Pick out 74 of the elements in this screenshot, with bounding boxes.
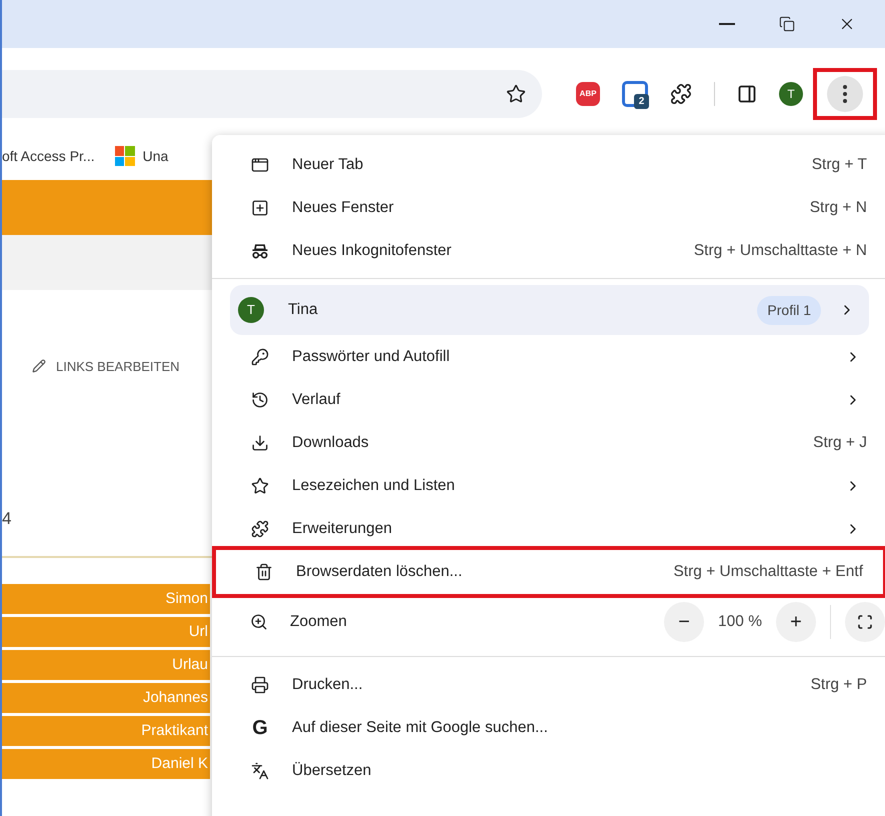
download-icon <box>251 434 269 452</box>
bookmark-link[interactable]: Una <box>142 146 168 166</box>
schedule-bar: Simon <box>2 584 210 614</box>
shortcut-text: Strg + P <box>810 674 867 695</box>
new-window-icon <box>251 198 269 216</box>
menu-item[interactable]: Verlauf <box>212 378 885 421</box>
profile-row[interactable]: T Tina Profil 1 <box>230 285 869 335</box>
menu-item[interactable]: Neues Inkognitofenster Strg + Umschalttaste + N <box>212 229 885 272</box>
menu-item-label: Erweiterungen <box>292 518 393 539</box>
puzzle-icon <box>251 520 269 538</box>
key-icon <box>251 348 269 366</box>
zoom-icon <box>250 613 268 631</box>
menu-item-label: Neuer Tab <box>292 154 364 175</box>
menu-item-label: Passwörter und Autofill <box>292 346 451 367</box>
menu-item-label: Drucken... <box>292 674 364 695</box>
menu-item[interactable]: Lesezeichen und Listen <box>212 464 885 507</box>
menu-item-label: Browserdaten löschen... <box>296 562 464 582</box>
menu-item-label: Lesezeichen und Listen <box>292 476 456 496</box>
menu-item[interactable]: Übersetzen <box>212 749 885 792</box>
adblock-icon[interactable]: ABP <box>576 82 600 106</box>
zoom-in-button[interactable]: + <box>776 602 816 642</box>
menu-button[interactable] <box>827 76 863 112</box>
restore-icon <box>779 16 795 32</box>
schedule-bar: Daniel K <box>2 749 210 779</box>
menu-item-label: Auf dieser Seite mit Google suchen... <box>292 718 549 738</box>
count-badge: 2 <box>634 94 649 109</box>
profile-name: Tina <box>288 300 319 320</box>
menu-item[interactable]: Passwörter und Autofill <box>212 335 885 378</box>
minimize-icon <box>719 23 735 25</box>
edit-links-link[interactable]: LINKS BEARBEITEN <box>56 356 180 376</box>
fullscreen-button[interactable] <box>845 602 885 642</box>
shortcut-text: Strg + T <box>812 154 867 175</box>
extension-icon[interactable]: 2 <box>622 81 648 107</box>
shortcut-text: Strg + J <box>813 432 867 453</box>
shortcut-text: Strg + Umschalttaste + N <box>694 240 867 261</box>
trash-icon <box>255 563 273 581</box>
menu-item-label: Zoomen <box>290 612 348 632</box>
windows-logo-icon <box>114 146 135 166</box>
more-icon <box>843 85 847 103</box>
menu-item[interactable]: Drucken... Strg + P <box>212 663 885 706</box>
avatar[interactable]: T <box>779 82 803 106</box>
fullscreen-icon <box>857 614 873 630</box>
printer-icon <box>251 676 269 694</box>
tab-icon <box>251 156 269 174</box>
schedule-bar: Praktikant <box>2 716 210 746</box>
star-icon <box>251 476 269 494</box>
menu-item-label: Verlauf <box>292 390 342 410</box>
side-panel-icon[interactable] <box>737 84 757 104</box>
bookmark-link[interactable]: oft Access Pr... <box>2 146 95 166</box>
avatar: T <box>238 297 264 323</box>
menu-item[interactable]: G Auf dieser Seite mit Google suchen... <box>212 706 885 749</box>
menu-item[interactable]: Downloads Strg + J <box>212 421 885 464</box>
shortcut-text: Strg + N <box>810 198 867 218</box>
pencil-icon <box>32 359 46 373</box>
menu-item-label: Neues Inkognitofenster <box>292 240 452 261</box>
zoom-level: 100 % <box>718 612 762 632</box>
profile-badge: Profil 1 <box>757 296 821 324</box>
star-icon[interactable] <box>506 84 526 104</box>
history-icon <box>251 390 269 408</box>
zoom-out-button[interactable]: − <box>664 602 704 642</box>
translate-icon <box>251 762 269 780</box>
shortcut-text: Strg + Umschalttaste + Entf <box>673 562 863 582</box>
menu-item-label: Übersetzen <box>292 760 372 781</box>
puzzle-icon[interactable] <box>670 83 692 105</box>
number-text: 4 <box>2 508 12 530</box>
menu-item-label: Neues Fenster <box>292 198 395 218</box>
menu-item[interactable]: Neues Fenster Strg + N <box>212 186 885 229</box>
menu-item-label: Downloads <box>292 432 370 453</box>
google-g-icon: G <box>250 712 270 742</box>
schedule-bar: Johannes <box>2 683 210 713</box>
schedule-bar: Url <box>2 617 210 647</box>
menu-item[interactable]: Browserdaten löschen... Strg + Umschalttaste + Entf <box>212 546 885 598</box>
menu-item[interactable]: Neuer Tab Strg + T <box>212 143 885 186</box>
schedule-bar: Urlau <box>2 650 210 680</box>
